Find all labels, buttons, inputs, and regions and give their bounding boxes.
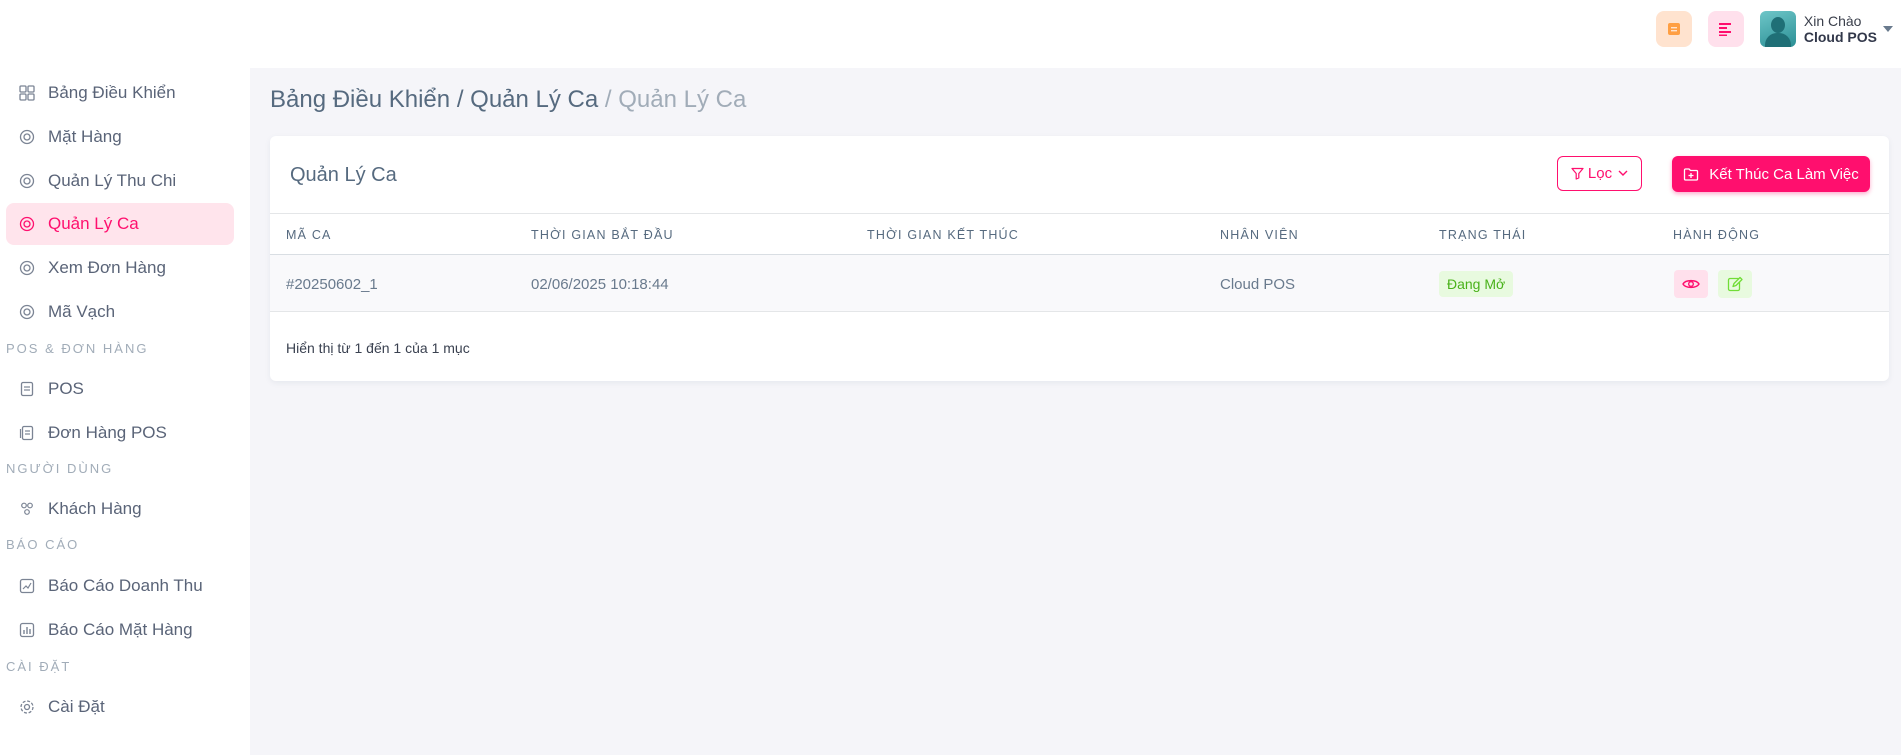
breadcrumb: Bảng Điều Khiển / Quản Lý Ca / Quản Lý C… xyxy=(270,86,746,114)
circle-icon xyxy=(18,259,36,277)
status-badge: Đang Mở xyxy=(1439,271,1514,297)
column-header[interactable]: NHÂN VIÊN xyxy=(1220,228,1299,242)
align-left-icon xyxy=(1718,23,1731,36)
chart-bar-icon xyxy=(18,621,36,639)
sidebar-item-pos-orders[interactable]: Đơn Hàng POS xyxy=(6,412,234,454)
view-button[interactable] xyxy=(1674,270,1708,298)
sidebar-item-barcode[interactable]: Mã Vạch xyxy=(6,291,234,333)
end-shift-button-label: Kết Thúc Ca Làm Việc xyxy=(1709,165,1859,183)
column-header[interactable]: TRẠNG THÁI xyxy=(1439,228,1526,242)
users-icon xyxy=(18,500,36,518)
eye-icon xyxy=(1682,279,1700,289)
end-shift-button[interactable]: Kết Thúc Ca Làm Việc xyxy=(1672,156,1870,192)
sidebar-item-settings[interactable]: Cài Đặt xyxy=(6,686,234,728)
sidebar-item-orders[interactable]: Xem Đơn Hàng xyxy=(6,247,234,289)
sidebar-item-shift-management[interactable]: Quản Lý Ca xyxy=(6,203,234,245)
sidebar-item-label: Xem Đơn Hàng xyxy=(48,258,166,277)
sidebar-item-label: Mã Vạch xyxy=(48,302,116,321)
sidebar-item-revenue-report[interactable]: Báo Cáo Doanh Thu xyxy=(6,565,234,607)
chevron-down-icon xyxy=(1618,170,1628,176)
filter-icon xyxy=(1571,167,1584,180)
sidebar-item-dashboard[interactable]: Bảng Điều Khiển xyxy=(6,72,234,114)
section-header-reports: BÁO CÁO xyxy=(6,537,80,552)
top-navbar: Xin Chào Cloud POS xyxy=(0,0,1901,68)
sidebar-item-label: Báo Cáo Doanh Thu xyxy=(48,576,203,595)
sidebar-item-customers[interactable]: Khách Hàng xyxy=(6,488,234,530)
sidebar-item-label: POS xyxy=(48,379,84,398)
note-icon xyxy=(1667,23,1680,35)
column-header: HÀNH ĐỘNG xyxy=(1673,228,1761,242)
notification-button[interactable] xyxy=(1655,11,1692,47)
column-header[interactable]: THỜI GIAN BẮT ĐẦU xyxy=(531,228,674,242)
receipt-icon xyxy=(18,380,36,398)
column-header[interactable]: MÃ CA xyxy=(286,228,332,242)
breadcrumb-dashboard[interactable]: Bảng Điều Khiển xyxy=(270,86,450,113)
sidebar-item-label: Quản Lý Thu Chi xyxy=(48,171,177,190)
navbar-actions: Xin Chào Cloud POS xyxy=(1655,0,1901,58)
sidebar-item-product-report[interactable]: Báo Cáo Mặt Hàng xyxy=(6,609,234,651)
breadcrumb-separator: / xyxy=(456,86,464,113)
user-name: Cloud POS xyxy=(1803,29,1877,45)
shift-card: Quản Lý Ca Lọc Kết Thúc Ca Làm Việc MÃ C… xyxy=(270,136,1889,381)
gear-icon xyxy=(18,698,36,716)
cell-staff: Cloud POS xyxy=(1220,276,1296,293)
filter-button-label: Lọc xyxy=(1587,165,1613,182)
sidebar-item-income-expense[interactable]: Quản Lý Thu Chi xyxy=(6,160,234,202)
sidebar-item-products[interactable]: Mặt Hàng xyxy=(6,116,234,158)
sidebar-item-label: Bảng Điều Khiển xyxy=(48,83,176,102)
user-info[interactable]: Xin Chào Cloud POS xyxy=(1804,13,1877,45)
sidebar-item-label: Cài Đặt xyxy=(48,697,105,716)
breadcrumb-current: Quản Lý Ca xyxy=(618,86,747,113)
cell-shift-code: #20250602_1 xyxy=(286,276,378,293)
circle-icon xyxy=(18,303,36,321)
section-header-pos: POS & ĐƠN HÀNG xyxy=(6,341,149,356)
user-greeting: Xin Chào xyxy=(1803,13,1862,29)
shift-table: MÃ CA THỜI GIAN BẮT ĐẦU THỜI GIAN KẾT TH… xyxy=(270,213,1889,312)
sidebar-item-pos[interactable]: POS xyxy=(6,368,234,410)
section-header-users: NGƯỜI DÙNG xyxy=(6,461,114,476)
pagination-info: Hiển thị từ 1 đến 1 của 1 mục xyxy=(286,340,470,356)
edit-icon xyxy=(1727,276,1743,292)
column-header[interactable]: THỜI GIAN KẾT THÚC xyxy=(867,228,1019,242)
table-row: #20250602_1 02/06/2025 10:18:44 Cloud PO… xyxy=(270,255,1889,312)
sidebar: Bảng Điều Khiển Mặt Hàng Quản Lý Thu Chi… xyxy=(0,68,250,755)
receipt-list-icon xyxy=(18,424,36,442)
dashboard-icon xyxy=(18,84,36,102)
cell-start-time: 02/06/2025 10:18:44 xyxy=(531,276,669,293)
chart-line-icon xyxy=(18,577,36,595)
section-header-settings: CÀI ĐẶT xyxy=(6,659,72,674)
circle-icon xyxy=(18,172,36,190)
circle-icon xyxy=(18,128,36,146)
edit-button[interactable] xyxy=(1718,270,1752,298)
sidebar-item-label: Mặt Hàng xyxy=(48,127,122,146)
filter-button[interactable]: Lọc xyxy=(1557,156,1642,191)
table-header: MÃ CA THỜI GIAN BẮT ĐẦU THỜI GIAN KẾT TH… xyxy=(270,213,1889,255)
circle-icon xyxy=(18,215,36,233)
user-avatar[interactable] xyxy=(1759,11,1796,47)
sidebar-item-label: Đơn Hàng POS xyxy=(48,423,167,442)
card-title: Quản Lý Ca xyxy=(290,164,397,186)
sidebar-item-label: Quản Lý Ca xyxy=(48,214,139,233)
sidebar-item-label: Báo Cáo Mặt Hàng xyxy=(48,620,193,639)
breadcrumb-shift-management[interactable]: Quản Lý Ca xyxy=(470,86,598,113)
breadcrumb-separator: / xyxy=(604,86,612,113)
sidebar-item-label: Khách Hàng xyxy=(48,499,142,518)
menu-toggle-button[interactable] xyxy=(1707,11,1744,47)
folder-plus-icon xyxy=(1684,167,1699,181)
chevron-down-icon[interactable] xyxy=(1883,26,1893,32)
